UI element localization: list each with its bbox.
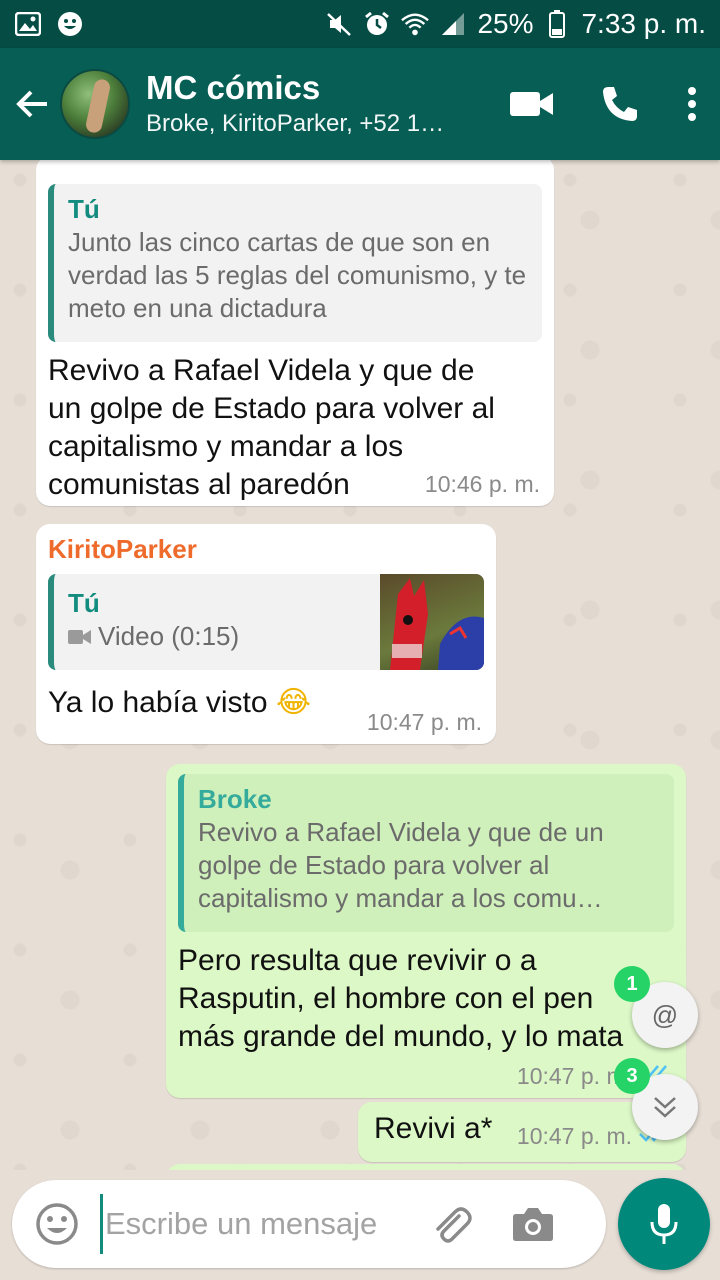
message-time: 10:46 p. m. [424, 471, 540, 497]
laughing-emoji: 😂 [275, 685, 311, 720]
paperclip-icon [436, 1207, 472, 1243]
clock: 7:33 p. m. [581, 8, 706, 39]
quote-author: Tú [68, 194, 100, 224]
voice-call-button[interactable] [576, 64, 664, 144]
signal-icon [439, 10, 467, 38]
wifi-icon [401, 10, 430, 38]
microphone-icon [650, 1204, 678, 1244]
status-bar: 25% 7:33 p. m. [0, 0, 720, 48]
message-time: 10:47 p. m. [516, 1123, 632, 1149]
video-call-button[interactable] [488, 64, 576, 144]
unread-count-badge: 3 [614, 1058, 650, 1094]
message-bubble[interactable]: KiritoParker Tú Video (0:15) Ya lo había… [36, 524, 496, 744]
quote-text: Junto las cinco cartas de que son en ver… [68, 227, 527, 323]
message-bubble[interactable]: Tú Junto las cinco cartas de que son en … [36, 160, 554, 506]
sender-name: KiritoParker [48, 534, 197, 564]
battery-icon [543, 10, 571, 38]
quoted-message[interactable]: Tú Junto las cinco cartas de que son en … [48, 184, 542, 342]
more-vertical-icon [688, 87, 696, 121]
chat-title-area[interactable]: MC cómics Broke, KiritoParker, +52 1… [146, 68, 466, 140]
video-thumbnail [380, 574, 484, 670]
overflow-menu-button[interactable] [664, 64, 720, 144]
message-input[interactable] [100, 1194, 410, 1254]
quoted-video[interactable]: Tú Video (0:15) [48, 574, 484, 670]
group-avatar[interactable] [60, 69, 130, 139]
message-time: 10:47 p. m. [366, 709, 482, 735]
alarm-icon [363, 10, 391, 38]
battery-percent: 25% [477, 8, 534, 39]
emoji-notification-icon [56, 10, 84, 38]
mention-icon: @ [651, 999, 679, 1030]
camera-icon [513, 1208, 553, 1241]
back-arrow-icon [16, 90, 47, 118]
gallery-notification-icon [14, 10, 42, 38]
message-text: Ya lo había visto [48, 686, 268, 719]
quote-author: Broke [198, 784, 272, 814]
mention-count-badge: 1 [614, 966, 650, 1002]
message-composer[interactable] [12, 1180, 606, 1268]
video-camera-icon [510, 92, 553, 116]
video-duration: Video (0:15) [98, 621, 240, 651]
chat-messages[interactable]: Tú Junto las cinco cartas de que son en … [0, 160, 720, 1170]
smiley-icon [36, 1203, 78, 1245]
double-chevron-down-icon [654, 1097, 676, 1118]
video-icon [68, 629, 91, 644]
quote-text: Revivo a Rafael Videla y que de un golpe… [198, 817, 604, 913]
voice-record-button[interactable] [618, 1178, 710, 1270]
back-button[interactable] [4, 48, 60, 160]
mute-icon [325, 10, 353, 38]
phone-icon [603, 87, 637, 121]
chat-title: MC cómics [146, 69, 321, 106]
chat-header: MC cómics Broke, KiritoParker, +52 1… [0, 48, 720, 160]
message-bubble[interactable]: Broke Revivo a Rafael Videla y que de un… [166, 764, 686, 1098]
camera-button[interactable] [508, 1199, 558, 1249]
message-text: Pero resulta que revivir o a Rasputin, e… [178, 944, 624, 1053]
quoted-message[interactable]: Broke Revivo a Rafael Videla y que de un… [178, 774, 674, 932]
chat-participants: Broke, KiritoParker, +52 1… [146, 110, 445, 137]
attach-button[interactable] [426, 1199, 476, 1249]
emoji-button[interactable] [32, 1199, 82, 1249]
